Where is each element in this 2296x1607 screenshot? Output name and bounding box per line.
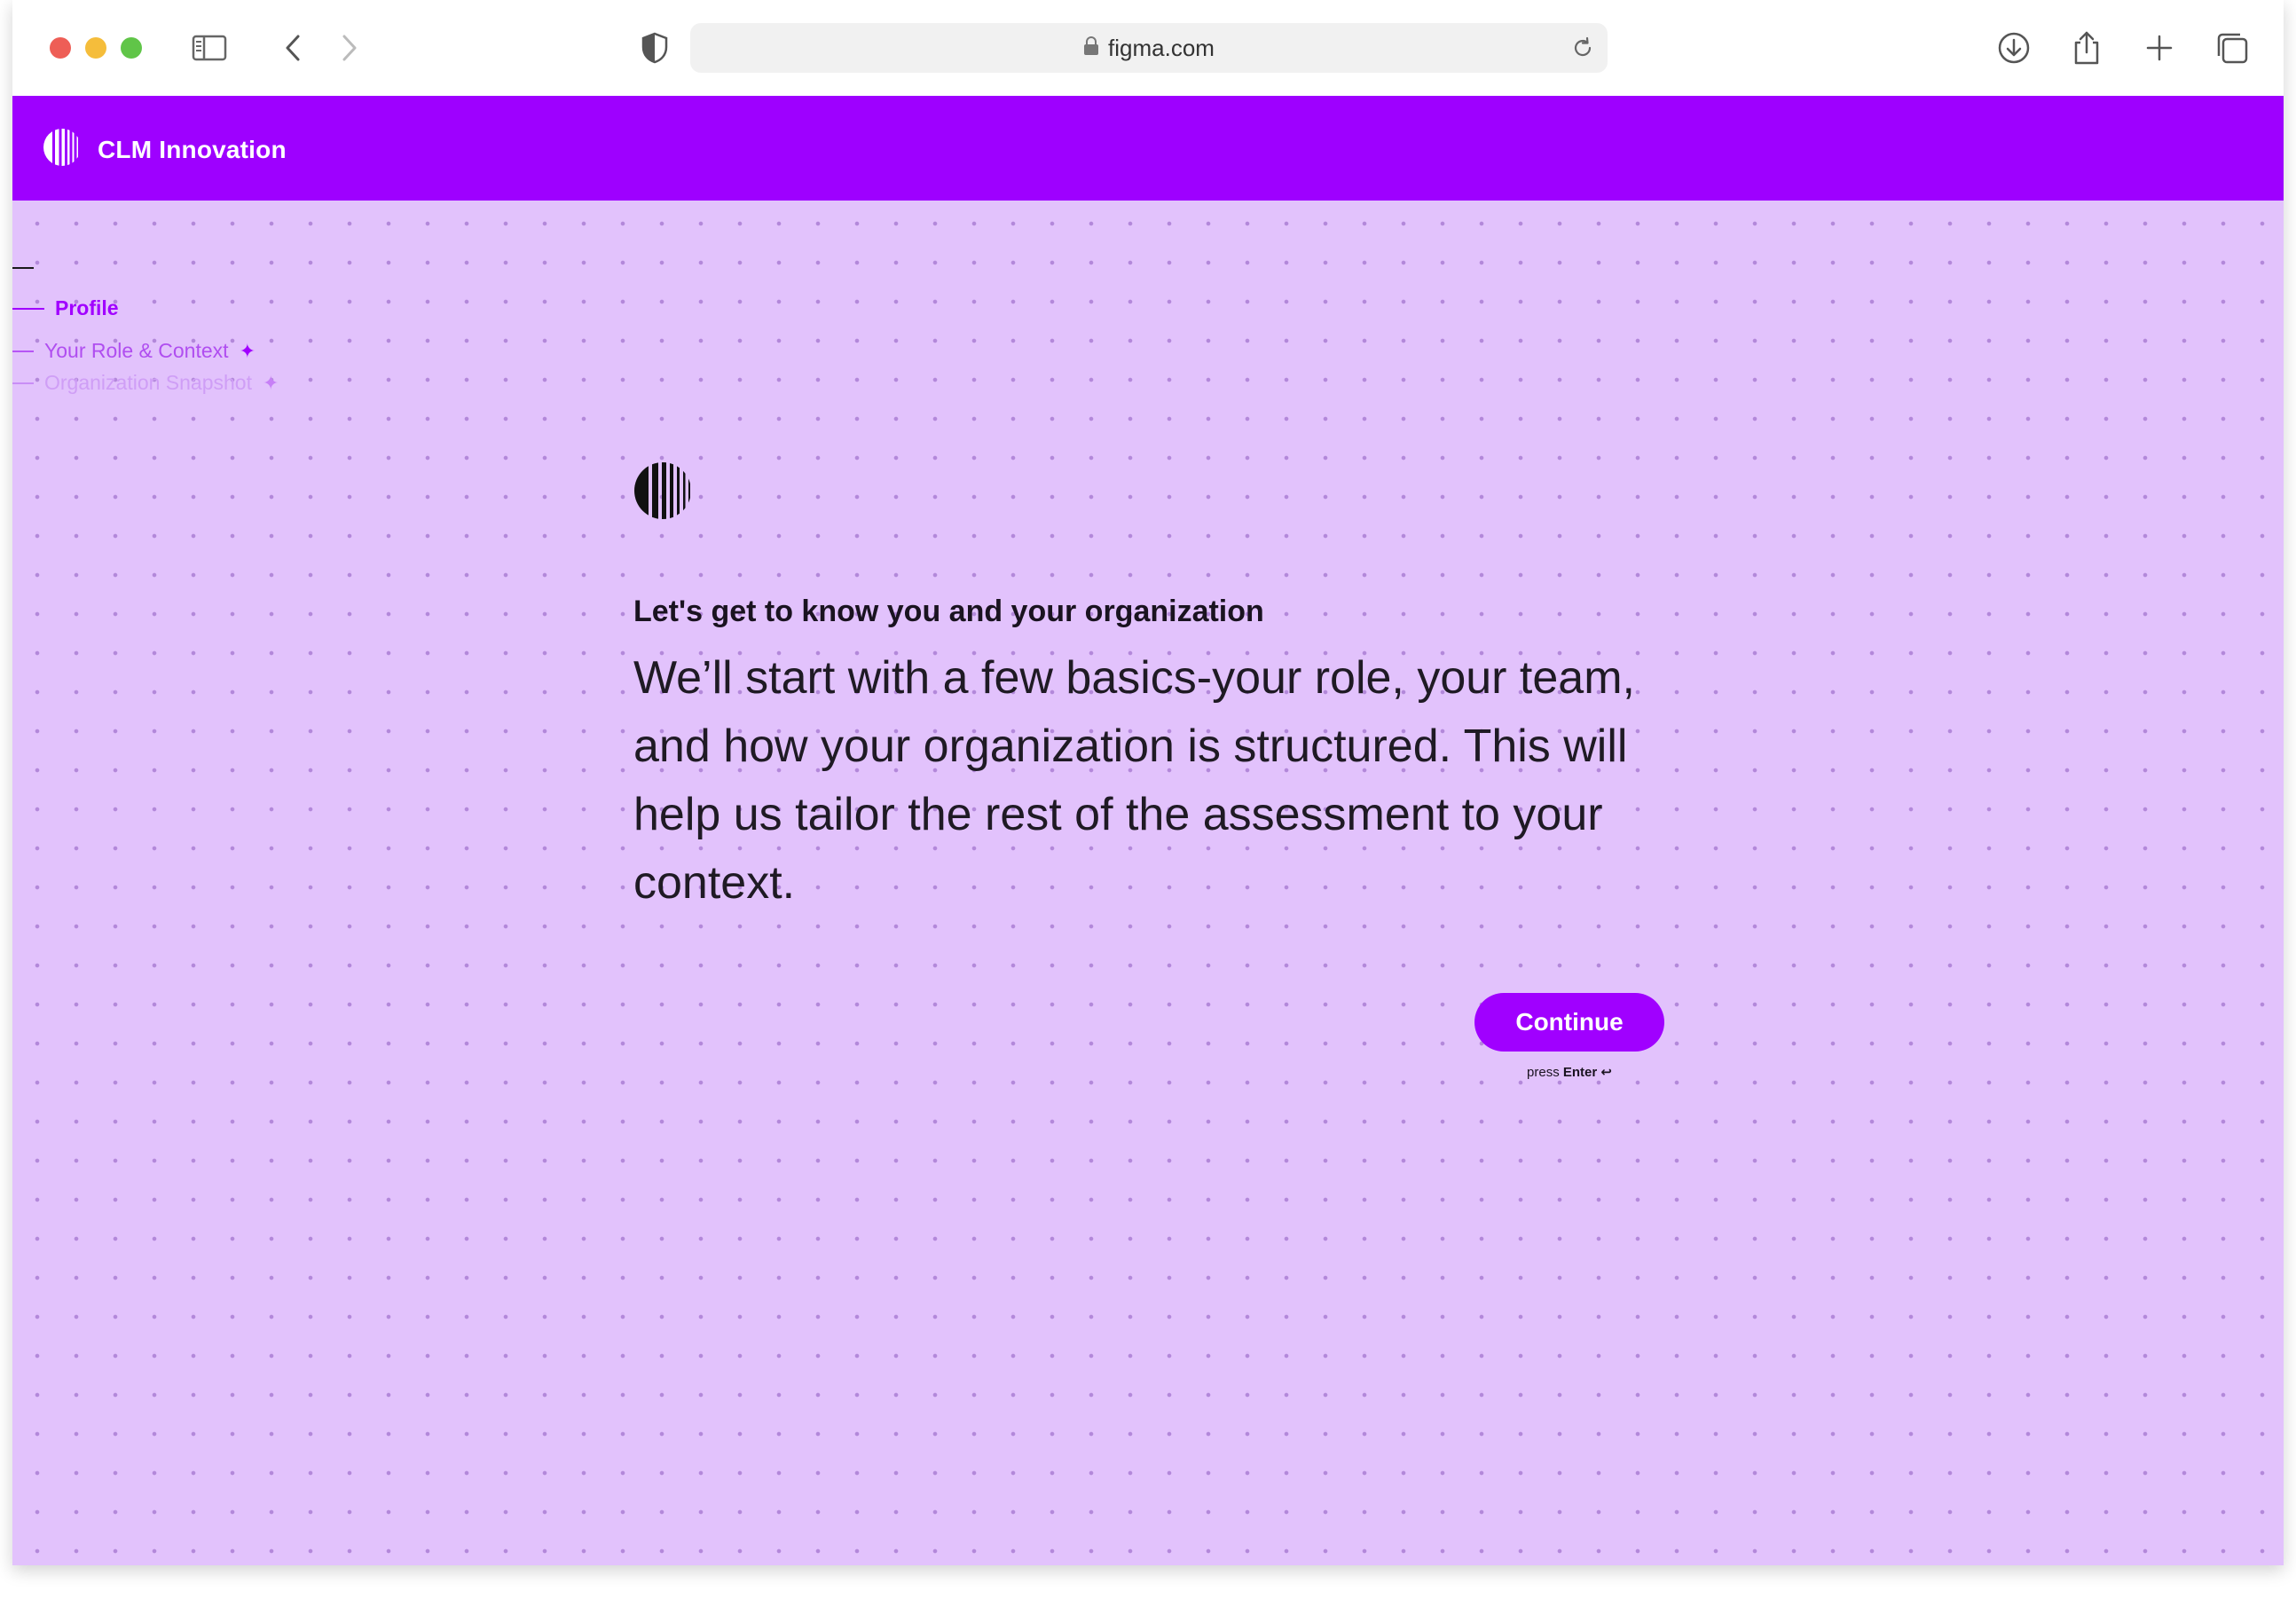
step-label: Your Role & Context: [44, 339, 229, 362]
sparkle-icon: ✦: [239, 339, 256, 362]
sidebar-toggle-icon[interactable]: [188, 27, 231, 69]
downloads-icon[interactable]: [1993, 27, 2035, 69]
main-content: Profile Your Role & Context ✦ Organizati…: [12, 201, 2284, 1565]
browser-toolbar: figma.com: [12, 0, 2284, 96]
minimize-window-button[interactable]: [85, 37, 106, 59]
url-text: figma.com: [1108, 34, 1215, 61]
hint-key: Enter: [1562, 1065, 1598, 1080]
intro-eyebrow: Let's get to know you and your organizat…: [633, 595, 1264, 628]
step-organization-snapshot[interactable]: Organization Snapshot ✦: [12, 371, 279, 395]
new-tab-icon[interactable]: [2138, 27, 2181, 69]
step-label: Profile: [55, 296, 119, 319]
brand-name: CLM Innovation: [98, 135, 287, 163]
enter-key-icon: ↩: [1600, 1065, 1612, 1080]
privacy-shield-icon[interactable]: [633, 27, 676, 69]
intro-lead-text: We’ll start with a few basics-your role,…: [633, 652, 1635, 909]
steps-nav-marker: [12, 267, 34, 269]
app-header: CLM Innovation: [12, 96, 2284, 201]
continue-button[interactable]: Continue: [1474, 993, 1664, 1052]
tab-overview-icon[interactable]: [2211, 27, 2253, 69]
browser-window: figma.com CLM Innovation Profile Your Ro…: [12, 0, 2284, 1565]
step-profile[interactable]: Profile: [12, 296, 119, 320]
forward-icon[interactable]: [328, 27, 371, 69]
step-label: Organization Snapshot: [44, 371, 252, 394]
hint-prefix: press: [1527, 1065, 1560, 1080]
sparkle-icon: ✦: [263, 371, 279, 394]
step-role-context[interactable]: Your Role & Context ✦: [12, 339, 256, 363]
share-icon[interactable]: [2065, 27, 2108, 69]
close-window-button[interactable]: [50, 37, 71, 59]
keyboard-hint: press Enter ↩: [1474, 1064, 1664, 1080]
step-dash: [12, 350, 34, 352]
reload-icon[interactable]: [1569, 34, 1597, 62]
intro-logo-icon: [633, 461, 692, 524]
back-icon[interactable]: [271, 27, 314, 69]
step-dash: [12, 307, 44, 310]
brand-logo-icon: [43, 128, 82, 171]
brand[interactable]: CLM Innovation: [43, 128, 287, 171]
maximize-window-button[interactable]: [121, 37, 142, 59]
step-dash: [12, 382, 34, 384]
lock-icon: [1083, 35, 1099, 62]
address-bar[interactable]: figma.com: [690, 23, 1608, 73]
